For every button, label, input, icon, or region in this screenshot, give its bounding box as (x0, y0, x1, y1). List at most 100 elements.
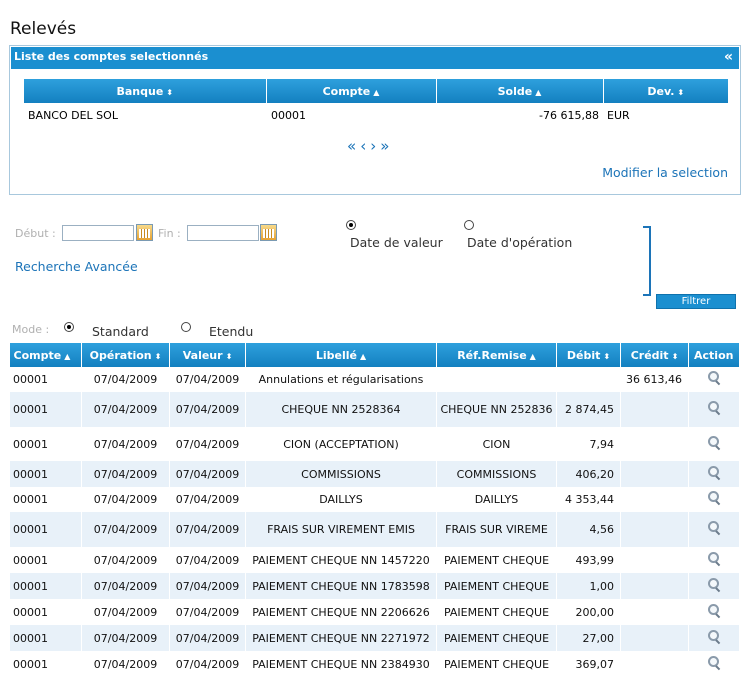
cell-credit: 36 613,46 (620, 367, 689, 392)
debut-date-input[interactable] (62, 225, 134, 241)
calendar-icon[interactable] (136, 224, 153, 241)
magnifier-icon[interactable] (707, 655, 721, 670)
cell-debit: 7,94 (556, 427, 621, 461)
cell-valeur: 07/04/2009 (169, 487, 246, 512)
magnifier-icon[interactable] (707, 491, 721, 505)
cell-debit (556, 367, 621, 392)
table-row[interactable]: 00001 07/04/2009 07/04/2009 PAIEMENT CHEQUE… (9, 651, 739, 677)
calendar-icon[interactable] (260, 224, 277, 241)
table-row[interactable]: 00001 07/04/2009 07/04/2009 PAIEMENT CHEQUE… (9, 547, 739, 573)
magnifier-icon[interactable] (707, 629, 721, 644)
col-solde[interactable]: Solde ▲ (435, 79, 603, 103)
cell-operation: 07/04/2009 (81, 461, 170, 487)
cell-valeur: 07/04/2009 (169, 651, 246, 677)
cell-libelle: CHEQUE NN 2528364 (245, 392, 437, 427)
cell-compte: 00001 (9, 573, 82, 599)
double-chevron-left-icon[interactable]: « (724, 47, 733, 67)
col-libelle[interactable]: Libellé ▲ (245, 343, 437, 367)
next-page-icon[interactable]: › (370, 137, 380, 155)
table-row[interactable]: 00001 07/04/2009 07/04/2009 PAIEMENT CHEQUE… (9, 573, 739, 599)
cell-credit (620, 651, 689, 677)
cell-libelle: CION (ACCEPTATION) (245, 427, 437, 461)
magnifier-icon[interactable] (707, 603, 721, 618)
magnifier-icon[interactable] (707, 401, 721, 415)
table-row[interactable]: 00001 07/04/2009 07/04/2009 Annulations et … (9, 367, 739, 392)
cell-ref-remise: PAIEMENT CHEQUE (436, 573, 557, 599)
cell-action (688, 487, 739, 512)
sort-up-icon: ▲ (359, 351, 367, 361)
date-operation-radio[interactable] (464, 220, 474, 230)
mode-standard-label: Standard (92, 324, 149, 339)
cell-libelle: DAILLYS (245, 487, 437, 512)
cell-valeur: 07/04/2009 (169, 427, 246, 461)
magnifier-icon[interactable] (707, 465, 721, 480)
table-row[interactable]: 00001 07/04/2009 07/04/2009 FRAIS SUR VIREM… (9, 512, 739, 547)
cell-action (688, 547, 739, 573)
advanced-search-link[interactable]: Recherche Avancée (15, 259, 138, 274)
table-row[interactable]: 00001 07/04/2009 07/04/2009 DAILLYS DAILLYS 4… (9, 487, 739, 512)
cell-action (688, 573, 739, 599)
cell-credit (620, 547, 689, 573)
sort-up-icon: ▲ (373, 87, 380, 97)
cell-ref-remise: PAIEMENT CHEQUE (436, 547, 557, 573)
account-row[interactable]: BANCO DEL SOL 00001 -76 615,88 EUR (24, 103, 728, 127)
cell-debit: 493,99 (556, 547, 621, 573)
sort-both-icon: ⬍ (225, 351, 233, 361)
col-operation[interactable]: Opération ⬍ (81, 343, 170, 367)
cell-ref-remise: CION (436, 427, 557, 461)
cell-credit (620, 461, 689, 487)
cell-libelle: FRAIS SUR VIREMENT EMIS (245, 512, 437, 547)
magnifier-icon[interactable] (707, 577, 721, 592)
table-row[interactable]: 00001 07/04/2009 07/04/2009 CHEQUE NN 25283… (9, 392, 739, 427)
col-action: Action (688, 343, 739, 367)
table-row[interactable]: 00001 07/04/2009 07/04/2009 PAIEMENT CHEQUE… (9, 625, 739, 651)
account-bank: BANCO DEL SOL (28, 108, 118, 122)
sort-both-icon: ⬍ (677, 87, 685, 97)
cell-debit: 406,20 (556, 461, 621, 487)
selected-accounts-panel: Liste des comptes selectionnés « Banque ⬍… (9, 45, 741, 195)
magnifier-icon[interactable] (707, 371, 721, 385)
cell-valeur: 07/04/2009 (169, 392, 246, 427)
magnifier-icon[interactable] (707, 551, 721, 566)
mode-etendu-radio[interactable] (181, 322, 191, 332)
modify-selection-link[interactable]: Modifier la selection (602, 165, 728, 180)
debut-label: Début : (15, 227, 56, 240)
first-page-icon[interactable]: « (347, 137, 360, 155)
cell-credit (620, 625, 689, 651)
col-valeur[interactable]: Valeur ⬍ (169, 343, 246, 367)
filter-button[interactable]: Filtrer (656, 294, 736, 309)
last-page-icon[interactable]: » (380, 137, 393, 155)
table-row[interactable]: 00001 07/04/2009 07/04/2009 PAIEMENT CHEQUE… (9, 599, 739, 625)
col-ref-remise[interactable]: Réf.Remise ▲ (436, 343, 557, 367)
cell-compte: 00001 (9, 599, 82, 625)
prev-page-icon[interactable]: ‹ (360, 137, 370, 155)
cell-compte: 00001 (9, 625, 82, 651)
cell-credit (620, 599, 689, 625)
cell-valeur: 07/04/2009 (169, 512, 246, 547)
cell-compte: 00001 (9, 367, 82, 392)
table-row[interactable]: 00001 07/04/2009 07/04/2009 COMMISSIONS COMM… (9, 461, 739, 487)
col-banque[interactable]: Banque ⬍ (24, 79, 266, 103)
page: Relevés Liste des comptes selectionnés «… (0, 0, 756, 683)
panel-header-label: Liste des comptes selectionnés (14, 50, 209, 63)
date-valeur-radio[interactable] (346, 220, 356, 230)
col-compte[interactable]: Compte ▲ (9, 343, 82, 367)
col-dev[interactable]: Dev. ⬍ (602, 79, 728, 103)
cell-ref-remise: COMMISSIONS (436, 461, 557, 487)
cell-libelle: PAIEMENT CHEQUE NN 2206626 (245, 599, 437, 625)
table-row[interactable]: 00001 07/04/2009 07/04/2009 CION (ACCEPTATI… (9, 427, 739, 461)
fin-date-input[interactable] (187, 225, 259, 241)
col-debit[interactable]: Débit ⬍ (556, 343, 621, 367)
cell-operation: 07/04/2009 (81, 487, 170, 512)
mode-standard-radio[interactable] (64, 322, 74, 332)
cell-operation: 07/04/2009 (81, 547, 170, 573)
sort-both-icon: ⬍ (154, 351, 162, 361)
sort-both-icon: ⬍ (166, 87, 173, 97)
magnifier-icon[interactable] (707, 521, 721, 535)
col-compte[interactable]: Compte ▲ (265, 79, 436, 103)
col-credit[interactable]: Crédit ⬍ (620, 343, 689, 367)
sort-up-icon: ▲ (64, 351, 71, 361)
cell-valeur: 07/04/2009 (169, 547, 246, 573)
cell-debit: 200,00 (556, 599, 621, 625)
magnifier-icon[interactable] (707, 435, 721, 450)
